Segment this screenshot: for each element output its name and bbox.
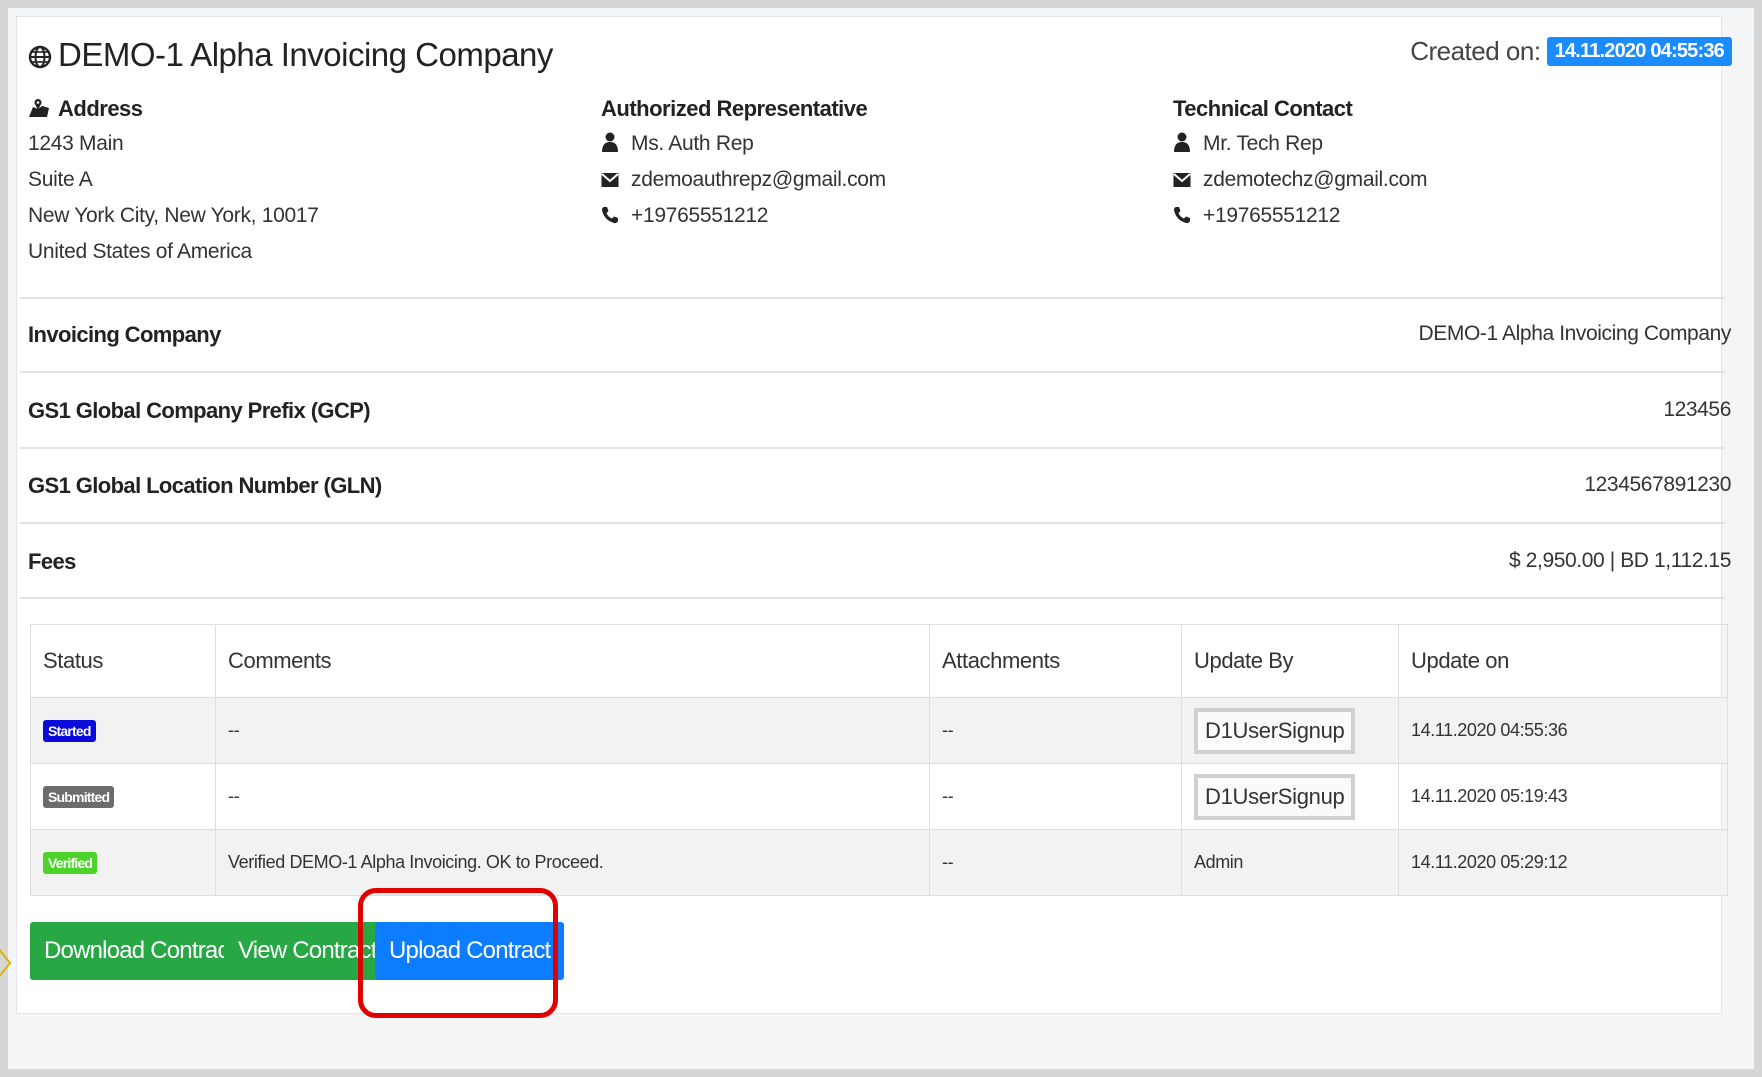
created-label: Created on: — [1410, 36, 1541, 66]
update-by-user: D1UserSignup — [1194, 707, 1356, 754]
column-header-attachments: Attachments — [929, 624, 1182, 698]
address-heading-wrap: Address — [28, 96, 143, 124]
detail-label-gln: GS1 Global Location Number (GLN) — [28, 473, 382, 498]
created-badge: 14.11.2020 04:55:36 — [1546, 37, 1732, 66]
update-by-user: D1UserSignup — [1194, 773, 1356, 820]
user-icon — [1173, 132, 1195, 158]
update-by-cell: D1UserSignup — [1181, 697, 1399, 764]
detail-label-fees: Fees — [28, 549, 76, 574]
status-badge: Started — [43, 719, 96, 742]
divider — [20, 522, 1725, 524]
auth-rep-name: Ms. Auth Rep — [631, 132, 754, 155]
detail-label-gcp: GS1 Global Company Prefix (GCP) — [28, 398, 371, 423]
update-on-cell: 14.11.2020 04:55:36 — [1398, 697, 1728, 764]
column-header-update-by: Update By — [1181, 624, 1399, 698]
detail-label-invoicing-company: Invoicing Company — [28, 322, 221, 347]
column-header-update-on: Update on — [1398, 624, 1728, 698]
column-header-comments: Comments — [215, 624, 930, 698]
comment-cell: -- — [215, 763, 930, 830]
status-history-table: Status Comments Attachments Update By Up… — [30, 624, 1728, 896]
address-line: Suite A — [28, 168, 93, 191]
detail-value-gln: 1234567891230 — [1584, 473, 1731, 496]
attachments-cell: -- — [929, 763, 1182, 830]
divider — [20, 597, 1725, 599]
pointer-arrow-icon — [0, 948, 12, 983]
divider — [20, 371, 1725, 373]
auth-rep-heading: Authorized Representative — [601, 96, 868, 121]
table-row: Verified Verified DEMO-1 Alpha Invoicing… — [30, 829, 1728, 896]
tech-contact-email-row: zdemotechz@gmail.com — [1173, 168, 1428, 194]
auth-rep-phone: +19765551212 — [631, 204, 769, 227]
tech-contact-phone: +19765551212 — [1203, 204, 1341, 227]
update-on-cell: 14.11.2020 05:19:43 — [1398, 763, 1728, 830]
tech-contact-name: Mr. Tech Rep — [1203, 132, 1323, 155]
user-icon — [601, 132, 623, 158]
page-title: DEMO-1 Alpha Invoicing Company — [58, 36, 553, 73]
created-on: Created on: 14.11.2020 04:55:36 — [1410, 36, 1732, 67]
tech-contact-name-row: Mr. Tech Rep — [1173, 132, 1323, 158]
column-header-status: Status — [30, 624, 216, 698]
upload-highlight-annotation — [358, 888, 558, 1018]
download-contract-button[interactable]: Download Contract — [30, 922, 249, 980]
tech-contact-email[interactable]: zdemotechz@gmail.com — [1203, 168, 1428, 191]
tech-contact-phone-row: +19765551212 — [1173, 204, 1340, 230]
auth-rep-phone-row: +19765551212 — [601, 204, 768, 230]
phone-icon — [1173, 206, 1195, 230]
attachments-cell: -- — [929, 829, 1182, 896]
status-badge: Submitted — [43, 785, 115, 808]
phone-icon — [601, 206, 623, 230]
auth-rep-name-row: Ms. Auth Rep — [601, 132, 754, 158]
attachments-cell: -- — [929, 697, 1182, 764]
detail-value-fees: $ 2,950.00 | BD 1,112.15 — [1509, 549, 1731, 572]
update-by-cell: D1UserSignup — [1181, 763, 1399, 830]
address-line: New York City, New York, 10017 — [28, 204, 319, 227]
update-by-cell: Admin — [1181, 829, 1399, 896]
tech-contact-heading: Technical Contact — [1173, 96, 1353, 121]
table-row: Started -- -- D1UserSignup 14.11.2020 04… — [30, 697, 1728, 764]
address-heading: Address — [58, 96, 143, 121]
status-cell: Submitted — [30, 763, 216, 830]
detail-value-gcp: 123456 — [1663, 398, 1731, 421]
auth-rep-email[interactable]: zdemoauthrepz@gmail.com — [631, 168, 886, 191]
divider — [20, 297, 1725, 299]
status-badge: Verified — [43, 851, 98, 874]
detail-value-invoicing-company: DEMO-1 Alpha Invoicing Company — [1418, 322, 1732, 345]
address-line: 1243 Main — [28, 132, 124, 155]
status-cell: Verified — [30, 829, 216, 896]
divider — [20, 447, 1725, 449]
address-line: United States of America — [28, 240, 252, 263]
table-row: Submitted -- -- D1UserSignup 14.11.2020 … — [30, 763, 1728, 830]
comment-cell: -- — [215, 697, 930, 764]
globe-icon — [28, 39, 52, 77]
envelope-icon — [1173, 170, 1195, 194]
map-marker-icon — [28, 98, 50, 124]
update-on-cell: 14.11.2020 05:29:12 — [1398, 829, 1728, 896]
page-title-wrap: DEMO-1 Alpha Invoicing Company — [28, 36, 553, 77]
status-cell: Started — [30, 697, 216, 764]
envelope-icon — [601, 170, 623, 194]
comment-cell: Verified DEMO-1 Alpha Invoicing. OK to P… — [215, 829, 930, 896]
page-frame — [0, 0, 1762, 1077]
auth-rep-email-row: zdemoauthrepz@gmail.com — [601, 168, 886, 194]
table-header-row: Status Comments Attachments Update By Up… — [30, 624, 1728, 698]
